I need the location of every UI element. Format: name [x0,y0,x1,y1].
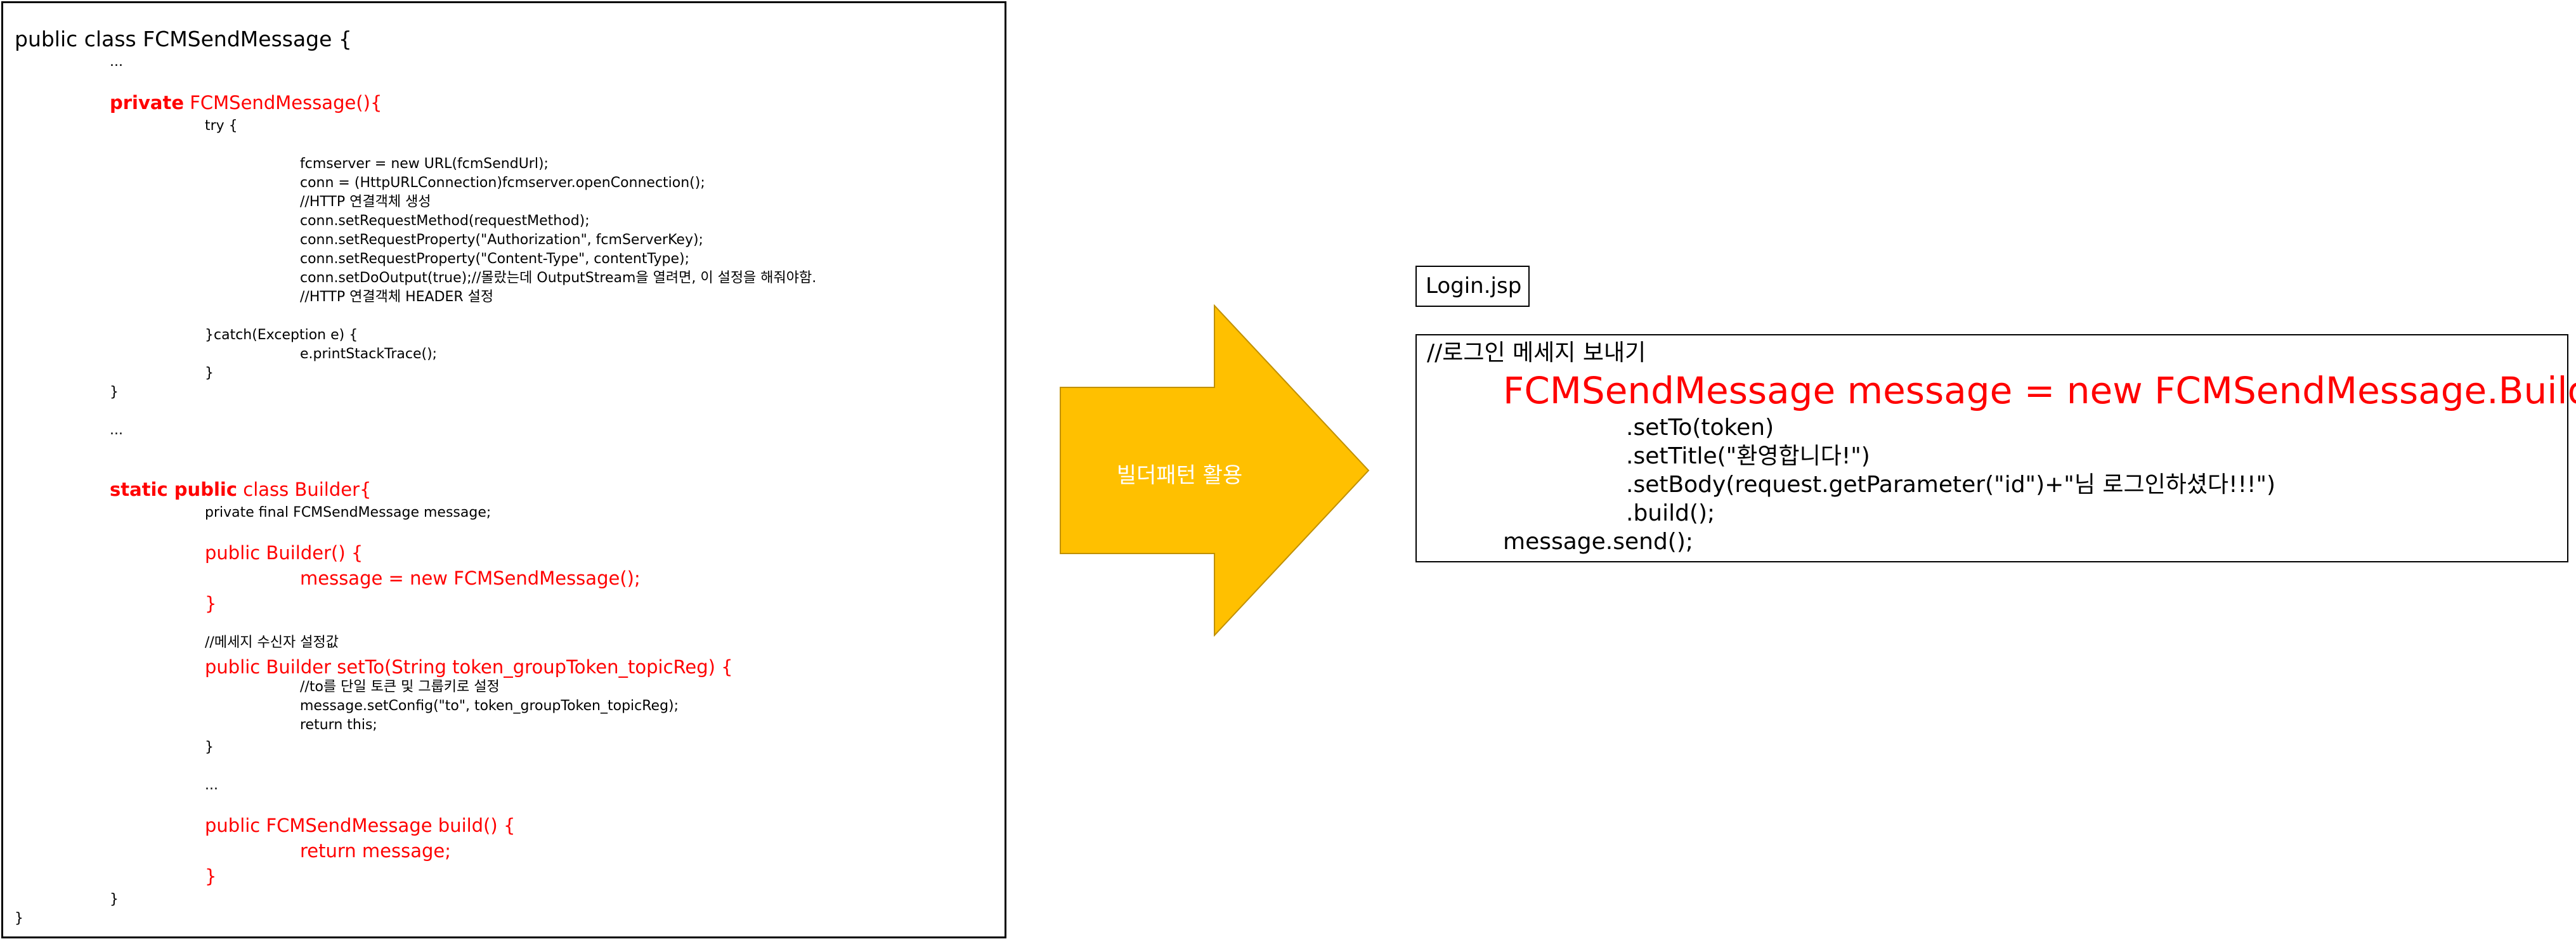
build-call-line: .build(); [1626,500,1715,526]
private-keyword: private [110,92,185,113]
set-to-signature-line: public Builder setTo(String token_groupT… [205,656,733,678]
fcm-url-line: fcmserver = new URL(fcmSendUrl); [300,156,549,172]
set-title-call-line: .setTitle("환영합니다!") [1626,443,1870,469]
comment-to-line: //to를 단일 토큰 및 그룹키로 설정 [300,679,500,695]
print-stack-trace-line: e.printStackTrace(); [300,346,438,362]
builder-class-close-brace: } [110,891,119,907]
set-to-call-line: .setTo(token) [1626,415,1774,441]
builder-constructor-close-brace: } [205,593,217,614]
set-body-call-line: .setBody(request.getParameter("id")+"님 로… [1626,472,2276,498]
set-request-method-line: conn.setRequestMethod(requestMethod); [300,213,590,229]
catch-line: }catch(Exception e) { [205,327,358,343]
static-public-keyword: static public [110,479,238,500]
builder-class-declaration-line: static public class Builder{ [110,481,371,499]
constructor-declaration-line: private FCMSendMessage(){ [110,94,382,112]
ellipsis-line: ... [110,422,123,438]
set-do-output-line: conn.setDoOutput(true);//몰랐는데 OutputStre… [300,270,817,286]
comment-receiver-line: //메세지 수신자 설정값 [205,635,339,651]
builder-constructor-body-line: message = new FCMSendMessage(); [300,567,641,589]
constructor-close-brace: } [110,384,119,400]
set-content-type-line: conn.setRequestProperty("Content-Type", … [300,251,690,267]
return-this-line: return this; [300,717,377,733]
send-call-line: message.send(); [1503,529,1694,555]
conn-open-line: conn = (HttpURLConnection)fcmserver.open… [300,175,705,191]
ellipsis-line: ... [110,54,123,70]
set-to-close-brace: } [205,739,214,755]
login-jsp-file-label: Login.jsp [1415,266,1530,307]
set-config-line: message.setConfig("to", token_groupToken… [300,698,679,714]
builder-field-line: private final FCMSendMessage message; [205,505,491,521]
class-close-brace: } [15,910,23,926]
comment-http-object-line: //HTTP 연결객체 생성 [300,194,431,210]
constructor-name: FCMSendMessage(){ [184,92,382,113]
catch-close-brace: } [205,365,214,381]
builder-create-line: FCMSendMessage message = new FCMSendMess… [1503,369,2576,412]
build-method-close-brace: } [205,865,217,887]
try-line: try { [205,118,238,134]
build-method-signature-line: public FCMSendMessage build() { [205,815,516,836]
fcmsendmessage-code-panel: public class FCMSendMessage { ... privat… [1,1,1006,938]
login-comment-line: //로그인 메세지 보내기 [1427,340,1646,366]
class-declaration-line: public class FCMSendMessage { [15,27,352,51]
login-jsp-code-panel: //로그인 메세지 보내기 FCMSendMessage message = n… [1415,334,2576,562]
set-authorization-line: conn.setRequestProperty("Authorization",… [300,232,703,248]
builder-constructor-line: public Builder() { [205,542,363,564]
build-method-body-line: return message; [300,840,451,862]
comment-http-header-line: //HTTP 연결객체 HEADER 설정 [300,289,494,305]
builder-class-name: class Builder{ [237,479,372,500]
builder-pattern-label: 빌더패턴 활용 [1116,463,1243,488]
ellipsis-line: ... [205,777,218,793]
